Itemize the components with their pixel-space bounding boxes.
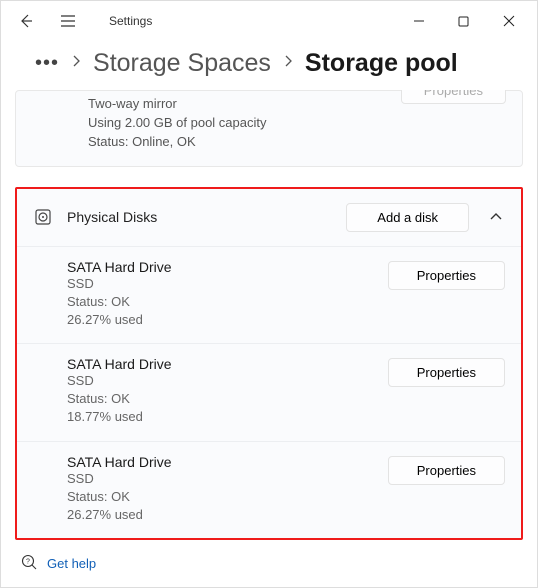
- disk-type: SSD: [67, 275, 388, 293]
- footer: ? Get help: [1, 542, 537, 587]
- disk-row: SATA Hard Drive SSD Status: OK 26.27% us…: [17, 247, 521, 345]
- window-title: Settings: [109, 14, 152, 28]
- menu-button[interactable]: [53, 6, 83, 36]
- breadcrumb-current: Storage pool: [305, 49, 458, 78]
- settings-window: Settings ••• Storage Spaces Storage pool: [0, 0, 538, 588]
- help-icon: ?: [21, 554, 37, 573]
- storage-space-card: Properties Two-way mirror Using 2.00 GB …: [15, 90, 523, 167]
- properties-button[interactable]: Properties: [388, 456, 505, 485]
- section-title: Physical Disks: [67, 209, 157, 225]
- disk-status: Status: OK: [67, 293, 388, 311]
- disk-name: SATA Hard Drive: [67, 356, 388, 372]
- titlebar-left: Settings: [11, 6, 152, 36]
- collapse-toggle[interactable]: [487, 212, 505, 222]
- storage-space-status: Status: Online, OK: [88, 133, 506, 152]
- breadcrumb-prev[interactable]: Storage Spaces: [93, 49, 271, 78]
- window-controls: [396, 6, 531, 36]
- breadcrumb-sep-icon: [283, 54, 293, 73]
- physical-disks-section: Physical Disks Add a disk SATA Hard Driv…: [15, 187, 523, 541]
- properties-button[interactable]: Properties: [388, 358, 505, 387]
- content-area: Properties Two-way mirror Using 2.00 GB …: [1, 90, 537, 542]
- disk-name: SATA Hard Drive: [67, 454, 388, 470]
- get-help-link[interactable]: Get help: [47, 556, 96, 571]
- breadcrumb-sep-icon: [71, 54, 81, 73]
- disk-used: 26.27% used: [67, 506, 388, 524]
- close-button[interactable]: [486, 6, 531, 36]
- svg-text:?: ?: [26, 559, 30, 566]
- disk-row: SATA Hard Drive SSD Status: OK 26.27% us…: [17, 442, 521, 539]
- disk-type: SSD: [67, 372, 388, 390]
- disk-type: SSD: [67, 470, 388, 488]
- disk-used: 26.27% used: [67, 311, 388, 329]
- disk-info: SATA Hard Drive SSD Status: OK 18.77% us…: [33, 356, 388, 427]
- disk-row: SATA Hard Drive SSD Status: OK 18.77% us…: [17, 344, 521, 442]
- storage-space-capacity: Using 2.00 GB of pool capacity: [88, 114, 506, 133]
- section-header: Physical Disks Add a disk: [17, 189, 521, 247]
- disk-status: Status: OK: [67, 390, 388, 408]
- breadcrumb-overflow[interactable]: •••: [35, 52, 59, 75]
- disk-used: 18.77% used: [67, 408, 388, 426]
- titlebar: Settings: [1, 1, 537, 41]
- disk-name: SATA Hard Drive: [67, 259, 388, 275]
- properties-button[interactable]: Properties: [401, 90, 506, 104]
- disk-info: SATA Hard Drive SSD Status: OK 26.27% us…: [33, 259, 388, 330]
- disk-status: Status: OK: [67, 488, 388, 506]
- back-button[interactable]: [11, 6, 41, 36]
- minimize-button[interactable]: [396, 6, 441, 36]
- breadcrumb: ••• Storage Spaces Storage pool: [1, 41, 537, 90]
- disk-info: SATA Hard Drive SSD Status: OK 26.27% us…: [33, 454, 388, 525]
- add-a-disk-button[interactable]: Add a disk: [346, 203, 469, 232]
- properties-button[interactable]: Properties: [388, 261, 505, 290]
- maximize-button[interactable]: [441, 6, 486, 36]
- hard-disk-icon: [33, 207, 53, 227]
